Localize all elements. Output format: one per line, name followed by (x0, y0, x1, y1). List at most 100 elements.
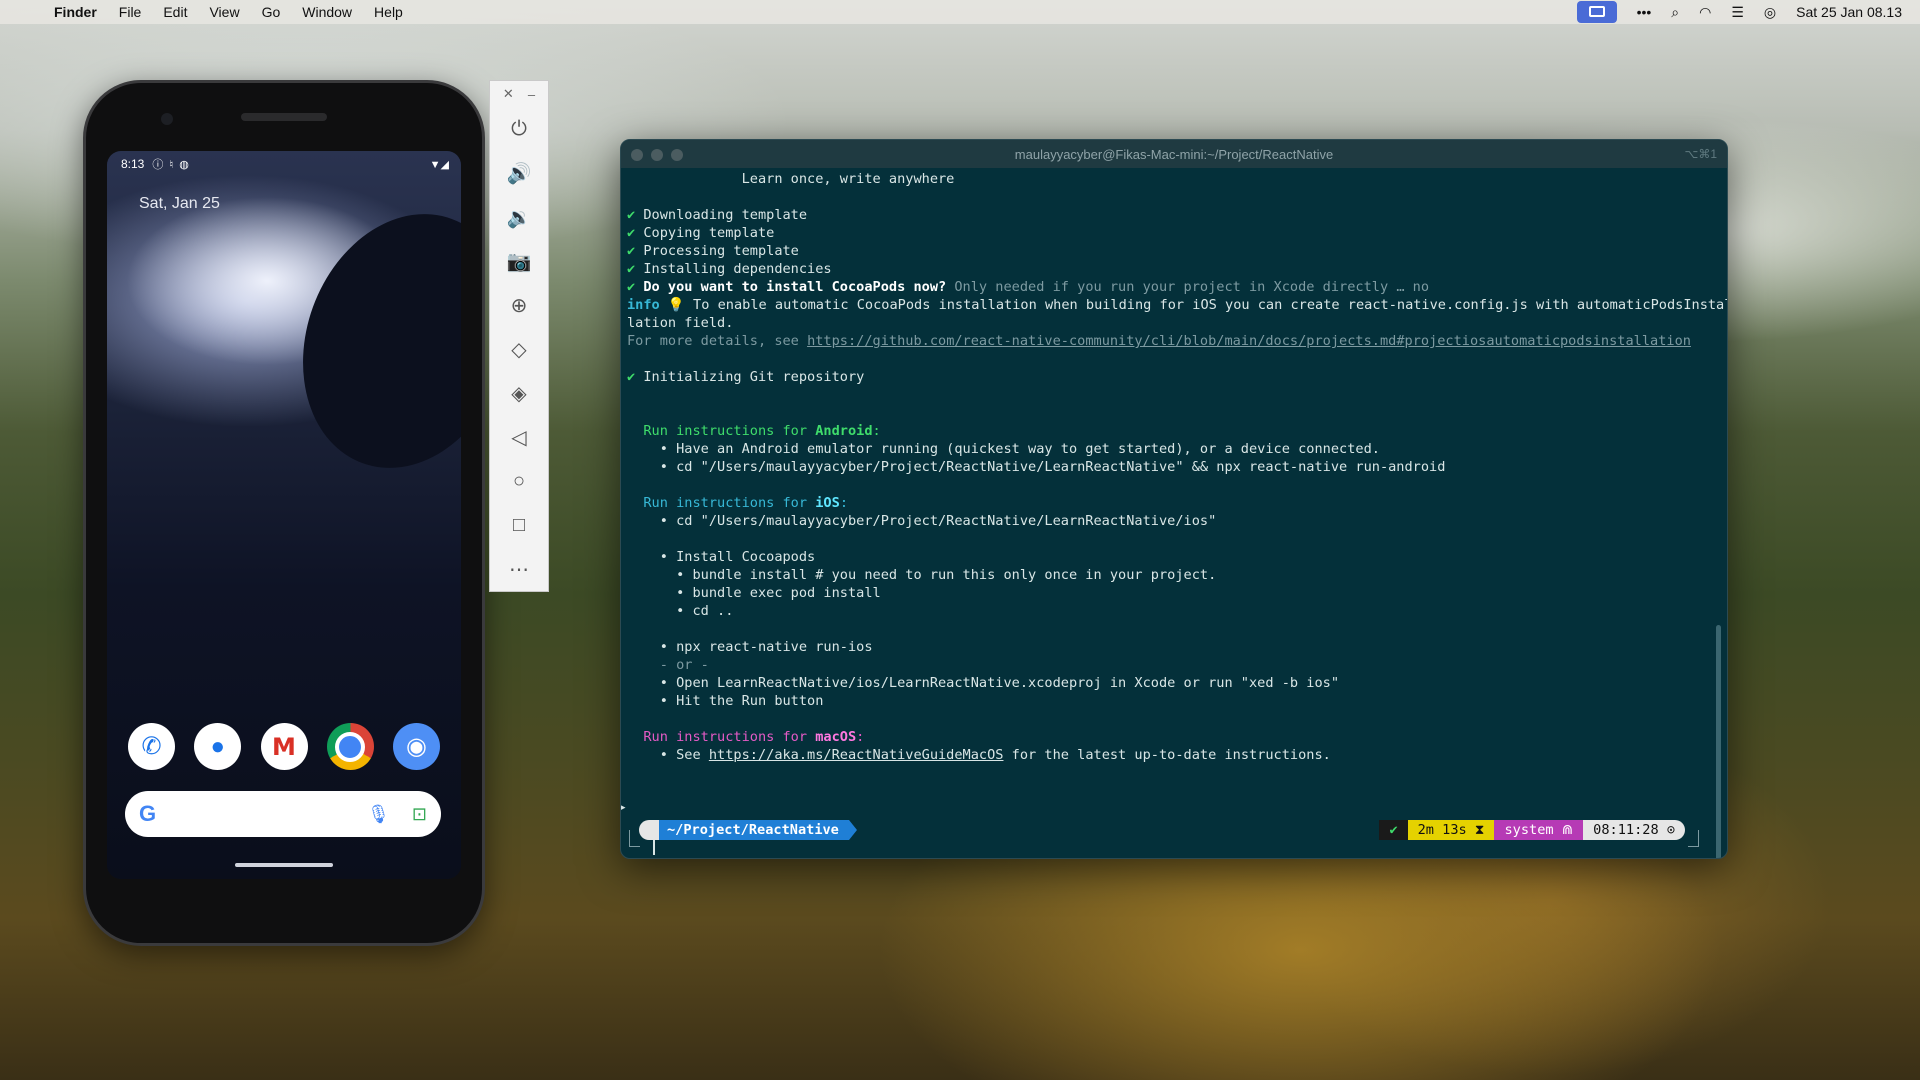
phone-screen[interactable]: 8:13 ⓘ ♮ ◍ ▼◢ Sat, Jan 25 ✆ ● M ◉ G 🎙 ⊡ (107, 151, 461, 879)
scrollbar-thumb[interactable] (1716, 625, 1721, 858)
output-line: • cd "/Users/maulayyacyber/Project/React… (627, 513, 1217, 529)
power-icon[interactable]: ⏻ (490, 107, 548, 151)
messages-icon[interactable]: ● (194, 723, 242, 770)
prompt-duration: 2m 13s ⧗ (1407, 820, 1495, 840)
screenshot-icon[interactable]: 📷 (490, 239, 548, 283)
google-lens-icon[interactable]: ⊡ (412, 804, 427, 825)
output-line: • Install Cocoapods (627, 549, 816, 565)
phone-icon[interactable]: ✆ (128, 723, 175, 770)
output-line: : (839, 495, 848, 511)
back-icon[interactable]: ◁ (490, 415, 548, 459)
menu-view[interactable]: View (209, 4, 239, 20)
output-line: Do you want to install CocoaPods now? (635, 279, 947, 295)
check-icon: ✔ (627, 261, 636, 277)
android-emulator-device: 8:13 ⓘ ♮ ◍ ▼◢ Sat, Jan 25 ✆ ● M ◉ G 🎙 ⊡ (83, 80, 485, 946)
output-line: • See (627, 747, 709, 763)
overview-icon[interactable]: □ (490, 503, 548, 547)
more-icon[interactable]: ••• (1637, 4, 1652, 20)
output-line: lation field. (627, 315, 734, 331)
terminal-output[interactable]: Learn once, write anywhere ✔ Downloading… (627, 170, 1727, 764)
output-line: • cd .. (627, 603, 734, 619)
terminal-window[interactable]: maulayyacyber@Fikas-Mac-mini:~/Project/R… (620, 139, 1728, 859)
phone-status-time: 8:13 (121, 157, 145, 171)
close-icon[interactable]: ✕ (503, 86, 514, 102)
home-icon[interactable]: ○ (490, 459, 548, 503)
siri-icon[interactable]: ◎ (1764, 4, 1776, 21)
output-line: Copying template (635, 225, 775, 241)
sync-icon: ◍ (179, 158, 189, 171)
output-line: : (856, 729, 865, 745)
output-line: • Open LearnReactNative/ios/LearnReactNa… (627, 675, 1340, 691)
menu-file[interactable]: File (119, 4, 142, 20)
minimize-window-button[interactable] (651, 149, 663, 161)
spotlight-search-icon[interactable]: ⌕ (1671, 4, 1679, 21)
check-icon: ✔ (627, 369, 636, 385)
menu-bar: Finder File Edit View Go Window Help •••… (0, 0, 1920, 24)
more-options-icon[interactable]: ⋯ (490, 547, 548, 591)
menubar-clock[interactable]: Sat 25 Jan 08.13 (1796, 4, 1902, 20)
menu-finder[interactable]: Finder (54, 4, 97, 20)
volume-down-icon[interactable]: 🔉 (490, 195, 548, 239)
prompt-clock: 08:11:28 ⊙ (1583, 820, 1685, 840)
rotate-left-icon[interactable]: ◇ (490, 327, 548, 371)
zoom-window-button[interactable] (671, 149, 683, 161)
macos-guide-link[interactable]: https://aka.ms/ReactNativeGuideMacOS (709, 747, 1004, 763)
prompt-env: system ⋒ (1494, 820, 1584, 840)
output-line: Initializing Git repository (635, 369, 865, 385)
minimize-icon[interactable]: – (528, 87, 535, 102)
terminal-shortcut: ⌥⌘1 (1684, 147, 1717, 161)
prompt-directory: ~/Project/ReactNative (659, 820, 849, 840)
check-icon: ✔ (627, 207, 636, 223)
output-line: Run instructions for (627, 729, 816, 745)
output-line: 💡 To enable automatic CocoaPods installa… (659, 297, 1728, 313)
terminal-title-bar[interactable]: maulayyacyber@Fikas-Mac-mini:~/Project/R… (621, 140, 1727, 168)
info-icon: ⓘ (152, 159, 164, 171)
control-center-icon[interactable]: ☰ (1731, 4, 1744, 21)
output-line: Processing template (635, 243, 799, 259)
menu-help[interactable]: Help (374, 4, 403, 20)
volume-up-icon[interactable]: 🔊 (490, 151, 548, 195)
home-indicator[interactable] (235, 863, 333, 867)
rotate-right-icon[interactable]: ◈ (490, 371, 548, 415)
emulator-toolbar: ✕ – ⏻ 🔊 🔉 📷 ⊕ ◇ ◈ ◁ ○ □ ⋯ (489, 80, 549, 592)
chrome-icon[interactable] (326, 723, 374, 770)
close-window-button[interactable] (631, 149, 643, 161)
prompt-left-segments: ~/Project/ReactNative (639, 820, 857, 840)
prompt-frame-right (1688, 830, 1699, 847)
gmail-icon[interactable]: M (260, 723, 308, 770)
microphone-icon: ♮ (169, 158, 174, 171)
docs-link[interactable]: https://github.com/react-native-communit… (807, 333, 1691, 349)
text-cursor (653, 840, 655, 855)
menu-edit[interactable]: Edit (163, 4, 187, 20)
check-icon: ✔ (627, 243, 636, 259)
check-icon: ✔ (627, 279, 636, 295)
check-icon: ✔ (627, 225, 636, 241)
google-search-bar[interactable]: G 🎙 ⊡ (125, 791, 441, 837)
front-camera (161, 113, 173, 125)
apple-os-icon (639, 820, 659, 840)
output-line: Learn once, write anywhere (627, 171, 955, 187)
output-line: - or - (627, 657, 709, 673)
prompt-arrow (848, 820, 857, 840)
voice-search-icon[interactable]: 🎙 (367, 804, 390, 825)
prompt-marker-icon: ▸ (621, 802, 626, 812)
wifi-icon[interactable]: ◠ (1699, 4, 1711, 21)
output-line: Downloading template (635, 207, 808, 223)
camera-icon[interactable]: ◉ (393, 723, 440, 770)
prompt-status: ✔ (1379, 820, 1408, 840)
output-line: Installing dependencies (635, 261, 832, 277)
menu-window[interactable]: Window (302, 4, 352, 20)
prompt-frame-left (629, 830, 640, 847)
terminal-scrollbar[interactable] (1716, 170, 1725, 858)
menu-go[interactable]: Go (262, 4, 281, 20)
output-line: • bundle exec pod install (627, 585, 881, 601)
screen-sharing-icon[interactable] (1576, 1, 1617, 23)
output-line: : (872, 423, 881, 439)
zoom-icon[interactable]: ⊕ (490, 283, 548, 327)
output-line: Run instructions for (627, 495, 816, 511)
output-line: Android (815, 423, 873, 439)
info-label: info (627, 297, 660, 313)
output-line: • Hit the Run button (627, 693, 824, 709)
output-line: Only needed if you run your project in X… (946, 279, 1430, 295)
output-line: Run instructions for (627, 423, 816, 439)
